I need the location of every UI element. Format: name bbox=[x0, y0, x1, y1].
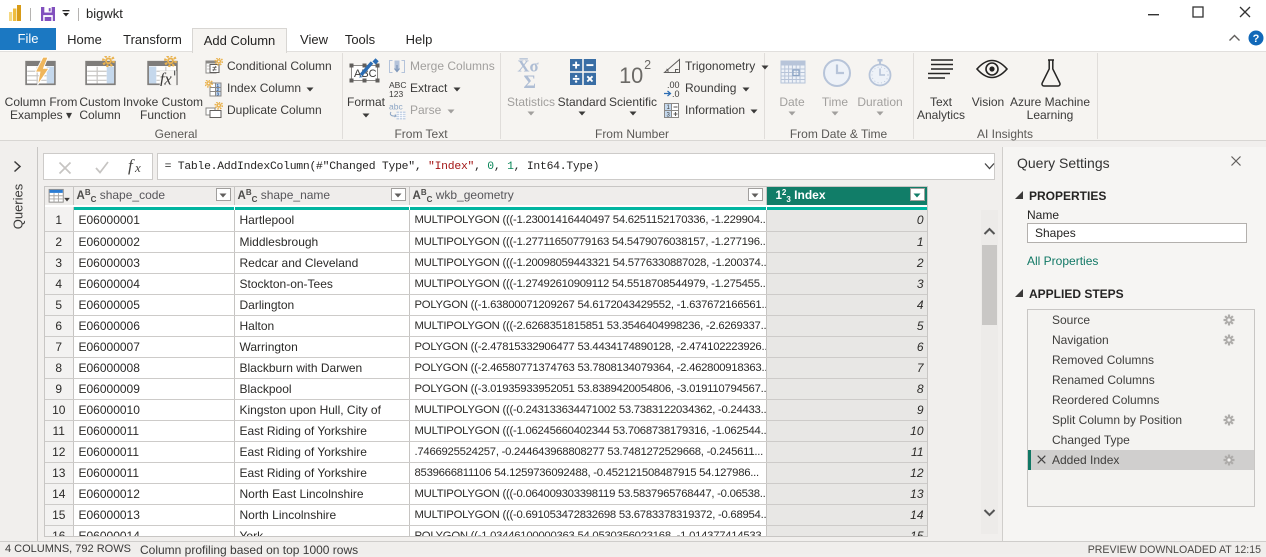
svg-text:.0: .0 bbox=[672, 89, 680, 98]
svg-text:2: 2 bbox=[644, 58, 651, 72]
svg-text:10: 10 bbox=[619, 63, 643, 88]
svg-text:abc: abc bbox=[389, 102, 403, 112]
svg-text:?: ? bbox=[1253, 33, 1260, 45]
svg-text:Σ: Σ bbox=[524, 72, 536, 89]
svg-text:fx: fx bbox=[160, 69, 173, 86]
svg-text:123: 123 bbox=[389, 89, 403, 98]
